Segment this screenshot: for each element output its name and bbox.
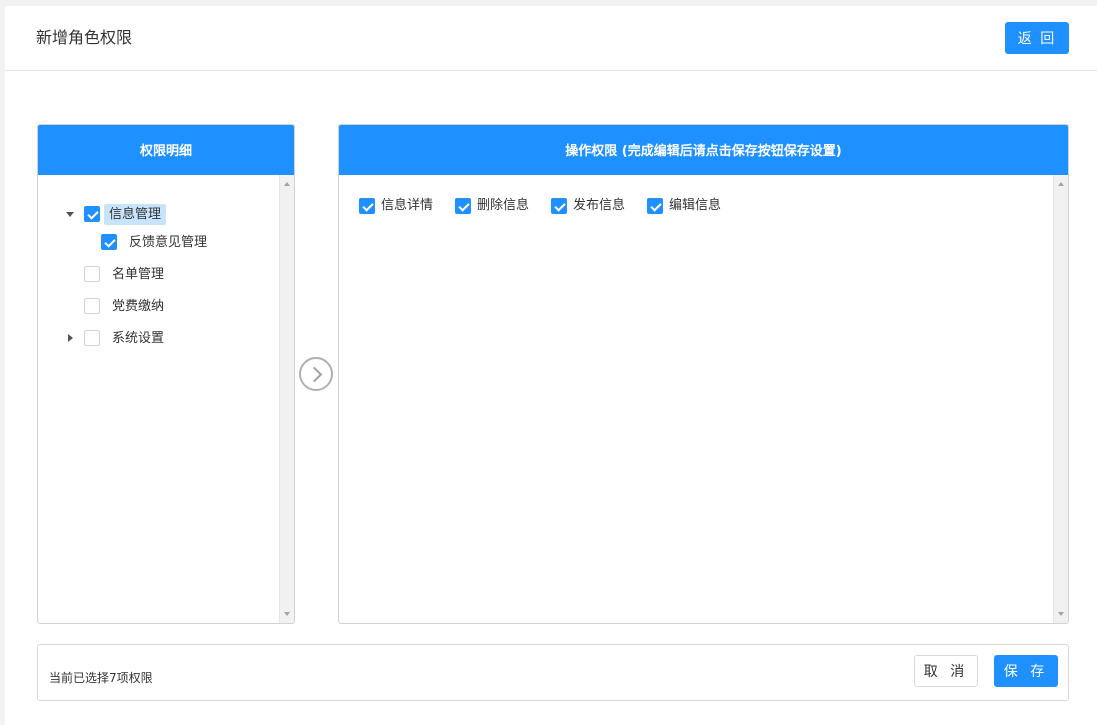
cancel-button[interactable]: 取 消 [914,655,978,687]
back-button[interactable]: 返 回 [1005,22,1069,54]
permission-checkbox[interactable] [455,197,471,214]
tree-node-system-settings[interactable]: 系统设置 [65,327,168,349]
permission-checkbox[interactable] [647,197,663,214]
permission-detail-title: 权限明细 [38,125,294,175]
scroll-down-arrow-icon[interactable] [1058,612,1064,616]
expand-caret-icon[interactable] [65,333,75,343]
tree-node-label[interactable]: 名单管理 [108,264,168,285]
permission-label[interactable]: 删除信息 [477,196,529,215]
tree-checkbox[interactable] [84,330,100,346]
tree-checkbox[interactable] [84,266,100,282]
left-scrollbar[interactable] [279,175,294,623]
tree-checkbox[interactable] [101,234,117,250]
transfer-chevron-right-icon[interactable] [299,357,333,391]
tree-node-info-management[interactable]: 信息管理 [65,203,167,225]
save-button[interactable]: 保 存 [994,655,1058,687]
page: 新增角色权限 返 回 权限明细 信息管理 反馈意见管理 名单管理 党费缴纳 系统… [5,6,1097,725]
scroll-up-arrow-icon[interactable] [1058,182,1064,186]
scroll-up-arrow-icon[interactable] [284,182,290,186]
tree-node-party-dues[interactable]: 党费缴纳 [65,295,168,317]
permission-label[interactable]: 编辑信息 [669,196,721,215]
tree-node-label[interactable]: 信息管理 [104,203,167,225]
tree-checkbox[interactable] [84,206,100,222]
permission-checkbox[interactable] [359,197,375,214]
tree-node-label[interactable]: 反馈意见管理 [125,232,211,253]
selection-count-text: 当前已选择7项权限 [49,671,153,685]
permission-checkbox[interactable] [551,197,567,214]
scroll-down-arrow-icon[interactable] [284,612,290,616]
tree-node-label[interactable]: 系统设置 [108,328,168,349]
tree-node-list-management[interactable]: 名单管理 [65,263,168,285]
permission-item-info-detail[interactable]: 信息详情 [359,196,433,215]
permission-item-delete-info[interactable]: 删除信息 [455,196,529,215]
tree-node-feedback-management[interactable]: 反馈意见管理 [82,231,211,253]
page-header: 新增角色权限 返 回 [5,6,1097,71]
permission-item-publish-info[interactable]: 发布信息 [551,196,625,215]
tree-node-label[interactable]: 党费缴纳 [108,296,168,317]
right-scrollbar[interactable] [1053,175,1068,623]
permission-item-edit-info[interactable]: 编辑信息 [647,196,721,215]
operation-permission-title: 操作权限 (完成编辑后请点击保存按钮保存设置) [339,125,1068,175]
footer-bar: 当前已选择7项权限 取 消 保 存 [37,644,1069,701]
permission-label[interactable]: 发布信息 [573,196,625,215]
permission-label[interactable]: 信息详情 [381,196,433,215]
permission-detail-panel: 权限明细 信息管理 反馈意见管理 名单管理 党费缴纳 系统设置 [37,124,295,624]
page-title: 新增角色权限 [36,28,133,47]
expand-caret-icon[interactable] [65,209,75,219]
tree-checkbox[interactable] [84,298,100,314]
